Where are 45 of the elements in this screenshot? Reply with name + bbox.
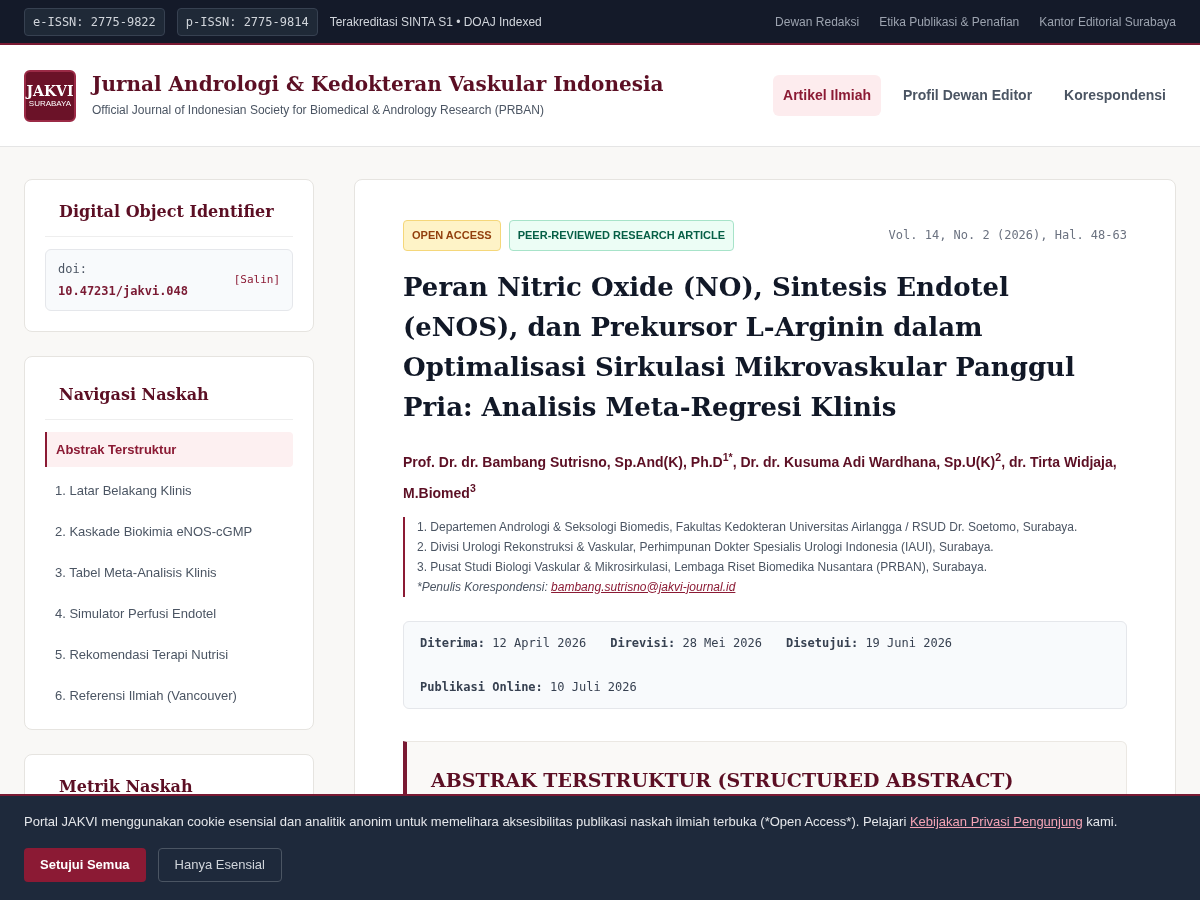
correspondence-text: *Penulis Korespondensi: bambang.sutrisno@jakvi-journal.id — [417, 578, 737, 596]
cookie-text: Portal JAKVI menggunakan cookie esensial dan analitik anonim untuk memelihara aksesibilitas publikasi naskah ilmiah terbuka (*Open Access*). Pelajari Kebijakan Privasi Pengunjung kami. — [24, 813, 1119, 831]
section-link[interactable]: 6. Referensi Ilmiah (Vancouver) — [45, 678, 293, 713]
nav-tab[interactable]: Korespondensi — [1054, 75, 1176, 116]
top-link[interactable]: Dewan Redaksi — [775, 12, 860, 31]
article-tag: PEER-REVIEWED RESEARCH ARTICLE — [508, 220, 735, 251]
citation-text: Vol. 14, No. 2 (2026), Hal. 48-63 — [888, 227, 1127, 245]
nav-tab[interactable]: Profil Dewan Editor — [892, 75, 1043, 116]
journal-subtitle: Official Journal of Indonesian Society for Biomedical & Andrology Research (PRBAN) — [92, 102, 545, 119]
date-text: Direvisi: 28 Mei 2026 — [610, 634, 762, 652]
card-title: Digital Object Identifier — [59, 202, 274, 221]
issn-badge: e-ISSN: 2775-9822 — [24, 7, 165, 36]
section-link[interactable]: 5. Rekomendasi Terapi Nutrisi — [45, 637, 293, 672]
section-link[interactable]: 1. Latar Belakang Klinis — [45, 473, 293, 508]
article-title: Peran Nitric Oxide (NO), Sintesis Endotel (eNOS), dan Prekursor L-Arginin dalam Optimalisasi Sirkulasi Mikrovaskular Panggul Pria: Analisis Meta-Regresi Klinis — [403, 270, 1076, 424]
journal-title: Jurnal Andrologi & Kedokteran Vaskular Indonesia — [92, 72, 664, 97]
section-link[interactable]: Abstrak Terstruktur — [45, 432, 293, 467]
privacy-link[interactable]: Kebijakan Privasi Pengunjung — [909, 814, 1083, 829]
date-text: Publikasi Online: 10 Juli 2026 — [420, 678, 638, 696]
email-link[interactable]: bambang.sutrisno@jakvi-journal.id — [551, 579, 736, 594]
cookie-button[interactable]: Setujui Semua — [24, 847, 146, 882]
logo-subtitle: SURABAYA — [28, 99, 72, 108]
nav-tab[interactable]: Artikel Ilmiah — [773, 75, 881, 116]
section-link[interactable]: 3. Tabel Meta-Analisis Klinis — [45, 555, 293, 590]
article-tag: OPEN ACCESS — [403, 220, 501, 251]
affiliation-text: 3. Pusat Studi Biologi Vaskular & Mikrosirkulasi, Lembaga Riset Biomedika Nusantara (PRBAN), Surabaya. — [417, 558, 989, 576]
date-text: Diterima: 12 April 2026 — [420, 634, 587, 652]
copy-button[interactable]: [Salin] — [233, 271, 280, 289]
logo-title: JAKVI — [26, 83, 74, 98]
date-text: Disetujui: 19 Juni 2026 — [785, 634, 953, 652]
doi-label: doi: — [58, 261, 88, 278]
doi-value: 10.47231/jakvi.048 — [58, 283, 189, 300]
cookie-button[interactable]: Hanya Esensial — [157, 847, 282, 882]
accreditation-text: Terakreditasi SINTA S1 • DOAJ Indexed — [329, 13, 542, 31]
card-title: Metrik Naskah — [59, 777, 193, 796]
top-link[interactable]: Etika Publikasi & Penafian — [879, 12, 1020, 31]
issn-badge: p-ISSN: 2775-9814 — [176, 7, 318, 36]
affiliation-text: 2. Divisi Urologi Rekonstruksi & Vaskular, Perhimpunan Dokter Spesialis Urologi Indonesia (IAUI), Surabaya. — [417, 538, 995, 556]
abstract-heading: ABSTRAK TERSTRUKTUR (STRUCTURED ABSTRACT) — [431, 767, 1015, 793]
section-link[interactable]: 2. Kaskade Biokimia eNOS-cGMP — [45, 514, 293, 549]
affiliation-text: 1. Departemen Andrologi & Seksologi Biomedis, Fakultas Kedokteran Universitas Airlangga / RSUD Dr. Soetomo, Surabaya. — [417, 518, 1079, 536]
card-title: Navigasi Naskah — [59, 385, 209, 404]
section-link[interactable]: 4. Simulator Perfusi Endotel — [45, 596, 293, 631]
top-link[interactable]: Kantor Editorial Surabaya — [1039, 12, 1176, 31]
author-list: Prof. Dr. dr. Bambang Sutrisno, Sp.And(K), Ph.D$^{1*}$, Dr. dr. Kusuma Adi Wardhana, Sp.U(K)$^{2}$, dr. Tirta Widjaja, M.Biomed$^{3}$ — [403, 446, 1127, 509]
